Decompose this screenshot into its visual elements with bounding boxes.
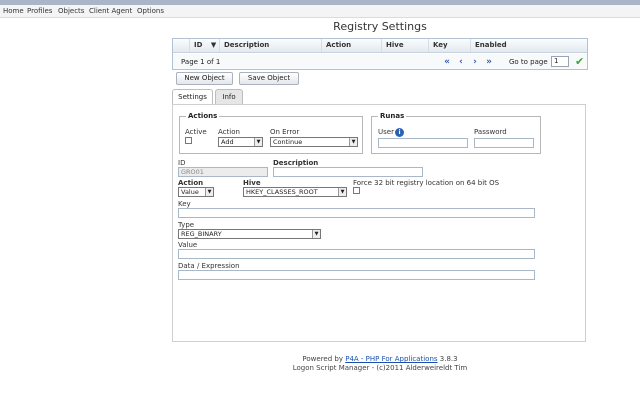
type-label: Type xyxy=(178,221,195,229)
active-label: Active xyxy=(185,128,207,136)
page-info: Page 1 of 1 xyxy=(181,58,221,66)
value-input[interactable] xyxy=(178,249,535,259)
grid-header-enabled[interactable]: Enabled xyxy=(470,39,587,52)
grid-header-id[interactable]: ID ▼ xyxy=(189,39,219,52)
grid-header-description[interactable]: Description xyxy=(219,39,321,52)
description-label: Description xyxy=(273,159,319,167)
goto-page-input[interactable]: 1 xyxy=(551,56,569,67)
grid-header-hive[interactable]: Hive xyxy=(381,39,428,52)
footer-copyright: Logon Script Manager - (c)2011 Alderweir… xyxy=(292,364,468,372)
next-page-icon[interactable]: › xyxy=(469,57,481,67)
p4a-link[interactable]: P4A - PHP For Applications xyxy=(345,355,437,363)
sort-desc-icon: ▼ xyxy=(210,41,217,49)
value-label: Value xyxy=(178,241,198,249)
password-label: Password xyxy=(474,128,507,136)
active-checkbox[interactable] xyxy=(185,137,192,144)
action2-label: Action xyxy=(178,179,204,187)
actions-legend: Actions xyxy=(186,112,220,120)
id-input: GRO01 xyxy=(178,167,268,177)
chevron-down-icon: ▼ xyxy=(349,138,357,146)
goto-label: Go to page xyxy=(509,58,548,66)
last-page-icon[interactable]: » xyxy=(483,57,495,67)
key-input[interactable] xyxy=(178,208,535,218)
prev-page-icon[interactable]: ‹ xyxy=(455,57,467,67)
grid-header-select xyxy=(173,39,189,52)
objects-grid: ID ▼ Description Action Hive Key Enabled… xyxy=(172,38,588,70)
menu-item-home[interactable]: Home xyxy=(3,7,24,15)
data-expression-input[interactable] xyxy=(178,270,535,280)
first-page-icon[interactable]: « xyxy=(441,57,453,67)
tab-info[interactable]: Info xyxy=(215,89,243,104)
id-label: ID xyxy=(178,159,186,167)
menu-item-client-agent[interactable]: Client Agent xyxy=(89,7,132,15)
type-select[interactable]: REG_BINARY ▼ xyxy=(178,229,321,239)
actions-fieldset: Actions Active Action Add ▼ On Error Con… xyxy=(179,112,363,154)
on-error-select[interactable]: Continue ▼ xyxy=(270,137,358,147)
password-input[interactable] xyxy=(474,138,534,148)
runas-legend: Runas xyxy=(378,112,407,120)
grid-header: ID ▼ Description Action Hive Key Enabled xyxy=(173,39,587,53)
main-menu: Home Profiles Objects Client Agent Optio… xyxy=(0,5,640,18)
key-label: Key xyxy=(178,200,191,208)
action-label: Action xyxy=(218,128,240,136)
chevron-down-icon: ▼ xyxy=(254,138,262,146)
chevron-down-icon: ▼ xyxy=(338,188,346,196)
grid-header-key[interactable]: Key xyxy=(428,39,470,52)
page-title: Registry Settings xyxy=(333,20,427,33)
action-select[interactable]: Add ▼ xyxy=(218,137,263,147)
chevron-down-icon: ▼ xyxy=(312,230,320,238)
new-object-button[interactable]: New Object xyxy=(176,72,233,85)
on-error-label: On Error xyxy=(270,128,300,136)
action-type-select[interactable]: Value ▼ xyxy=(178,187,214,197)
description-input[interactable] xyxy=(273,167,423,177)
save-object-button[interactable]: Save Object xyxy=(239,72,299,85)
menu-item-options[interactable]: Options xyxy=(137,7,164,15)
runas-fieldset: Runas User i Password xyxy=(371,112,541,154)
user-label: User xyxy=(378,128,394,136)
force32-label: Force 32 bit registry location on 64 bit… xyxy=(353,179,500,187)
data-expression-label: Data / Expression xyxy=(178,262,240,270)
grid-pager: Page 1 of 1 « ‹ › » Go to page 1 ✔ xyxy=(173,54,587,69)
force32-checkbox[interactable] xyxy=(353,187,360,194)
go-confirm-icon[interactable]: ✔ xyxy=(575,55,584,68)
menu-item-objects[interactable]: Objects xyxy=(58,7,84,15)
user-input[interactable] xyxy=(378,138,468,148)
chevron-down-icon: ▼ xyxy=(205,188,213,196)
menu-item-profiles[interactable]: Profiles xyxy=(27,7,52,15)
settings-panel: Actions Active Action Add ▼ On Error Con… xyxy=(172,104,586,342)
hive-select[interactable]: HKEY_CLASSES_ROOT ▼ xyxy=(243,187,347,197)
hive-label: Hive xyxy=(243,179,261,187)
tab-settings[interactable]: Settings xyxy=(172,89,213,105)
footer-powered-by: Powered by P4A - PHP For Applications 3.… xyxy=(302,355,458,363)
info-icon[interactable]: i xyxy=(395,128,404,137)
grid-header-action[interactable]: Action xyxy=(321,39,381,52)
